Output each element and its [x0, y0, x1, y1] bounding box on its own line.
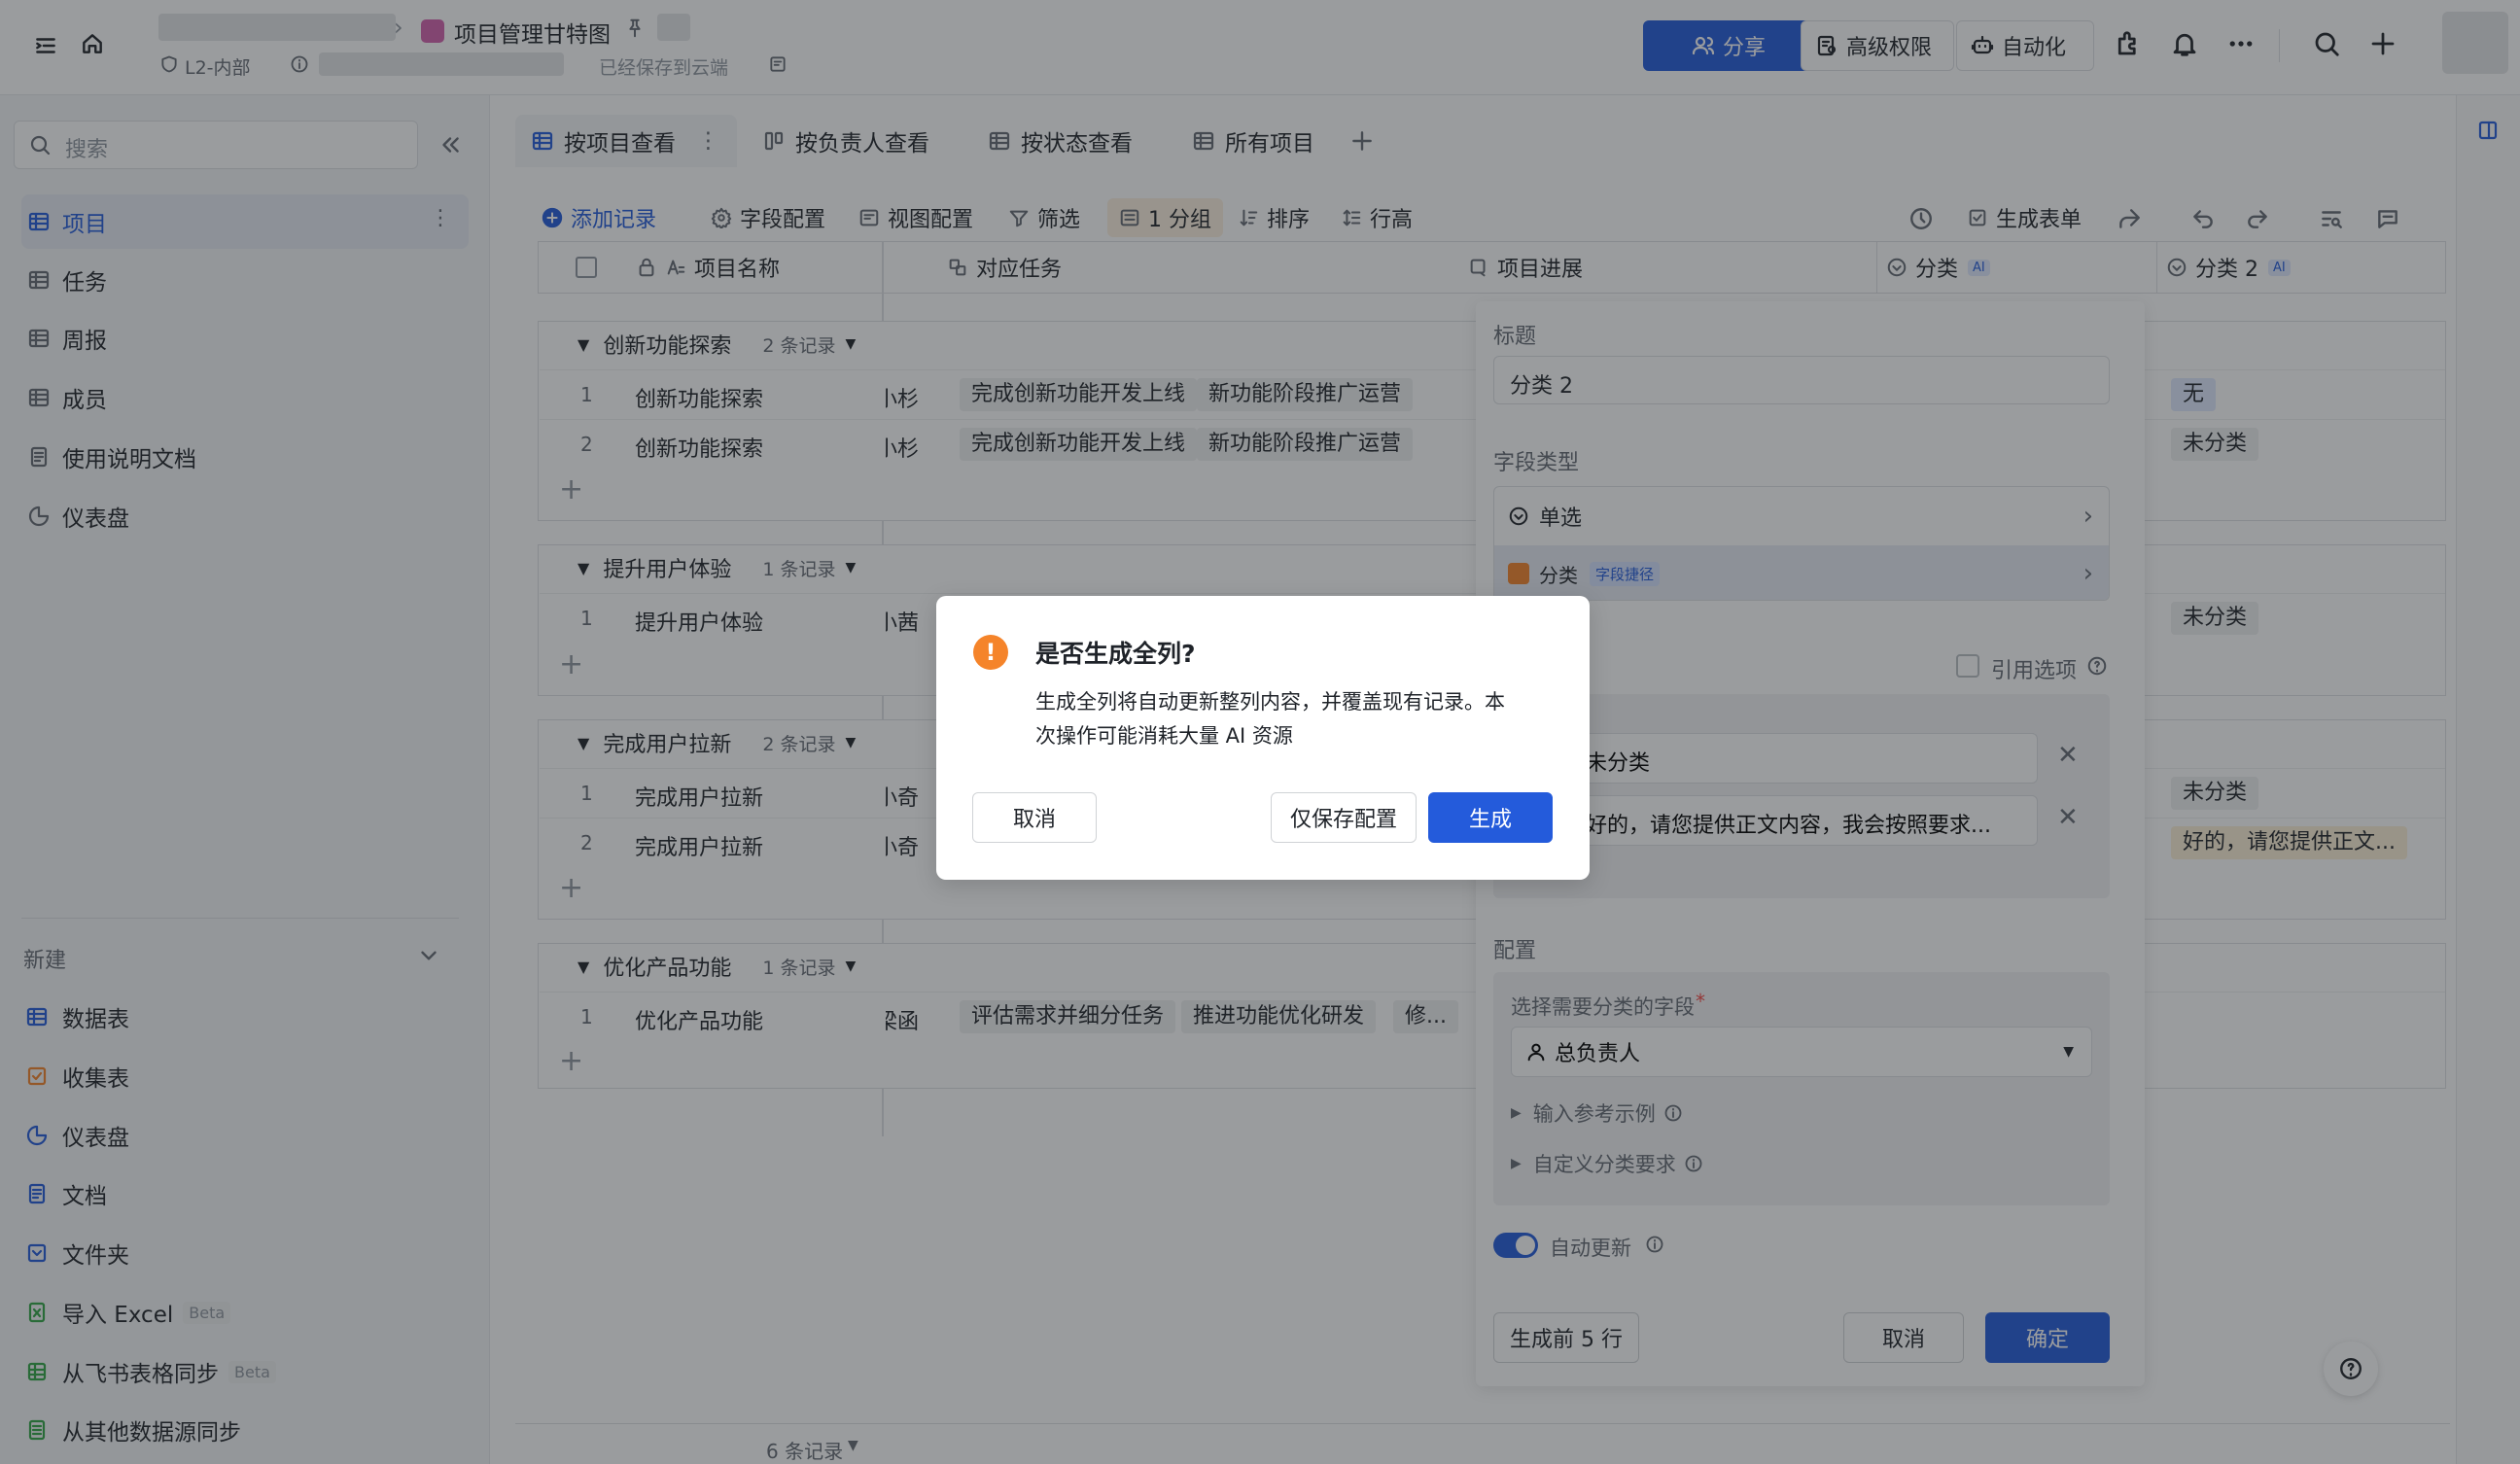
dialog-body-line: 生成全列将自动更新整列内容，并覆盖现有记录。本 — [1035, 690, 1505, 714]
save-config-only-button[interactable]: 仅保存配置 — [1271, 792, 1417, 843]
confirm-dialog: ! 是否生成全列? 生成全列将自动更新整列内容，并覆盖现有记录。本 次操作可能消… — [936, 596, 1590, 880]
dialog-cancel-button[interactable]: 取消 — [972, 792, 1097, 843]
dialog-body: 生成全列将自动更新整列内容，并覆盖现有记录。本 次操作可能消耗大量 AI 资源 — [1035, 685, 1560, 753]
dialog-title: 是否生成全列? — [1035, 640, 1196, 668]
button-label: 取消 — [1012, 808, 1056, 832]
warning-icon: ! — [973, 635, 1008, 670]
button-label: 生成 — [1468, 808, 1512, 832]
dialog-body-line: 次操作可能消耗大量 AI 资源 — [1035, 724, 1293, 748]
generate-button[interactable]: 生成 — [1428, 792, 1553, 843]
button-label: 仅保存配置 — [1289, 808, 1397, 832]
